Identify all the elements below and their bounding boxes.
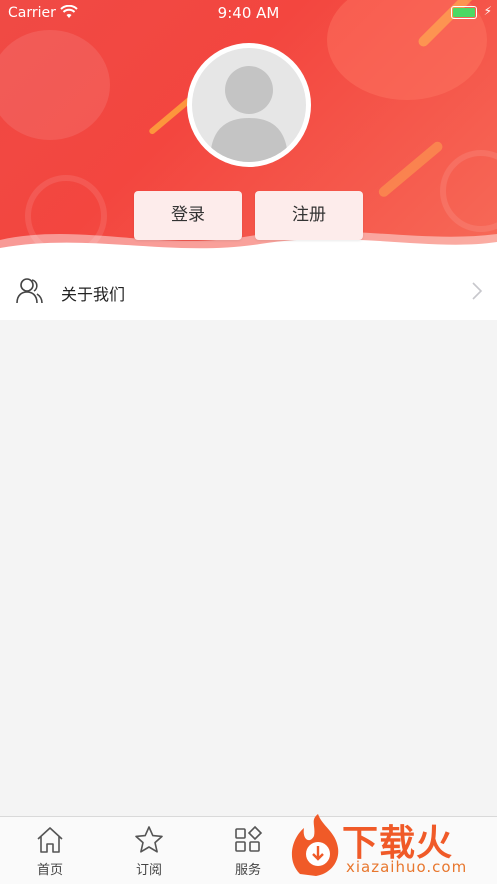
login-button[interactable]: 登录 xyxy=(134,191,242,240)
avatar-placeholder-icon xyxy=(192,48,306,162)
tab-subscribe-label: 订阅 xyxy=(135,863,162,878)
grid-icon xyxy=(235,825,263,852)
status-bar: Carrier 9:40 AM ⚡ xyxy=(0,0,497,26)
home-icon xyxy=(37,827,63,853)
tab-services[interactable]: 服务 xyxy=(198,817,298,884)
users-icon xyxy=(16,278,43,304)
decor-stick xyxy=(376,139,445,199)
header-wave xyxy=(0,231,497,262)
tab-home[interactable]: 首页 xyxy=(0,817,100,884)
decor-blob xyxy=(0,30,110,140)
chevron-right-icon xyxy=(472,282,483,300)
status-time: 9:40 AM xyxy=(217,4,280,22)
watermark-domain: xiazaihuo.com xyxy=(346,858,468,876)
decor-emblem xyxy=(440,150,497,232)
tab-subscribe[interactable]: 订阅 xyxy=(99,817,199,884)
watermark-logo: 下载火 xiazaihuo.com xyxy=(291,812,497,883)
about-us-label: 关于我们 xyxy=(61,285,126,304)
flame-logo-icon xyxy=(291,814,339,876)
charging-icon: ⚡ xyxy=(483,4,492,18)
tab-services-label: 服务 xyxy=(234,863,261,878)
avatar[interactable] xyxy=(187,43,311,167)
register-button[interactable]: 注册 xyxy=(255,191,363,240)
about-us-row[interactable]: 关于我们 xyxy=(0,262,497,320)
star-icon xyxy=(135,826,163,853)
battery-icon xyxy=(451,6,477,19)
tab-home-label: 首页 xyxy=(36,863,63,878)
